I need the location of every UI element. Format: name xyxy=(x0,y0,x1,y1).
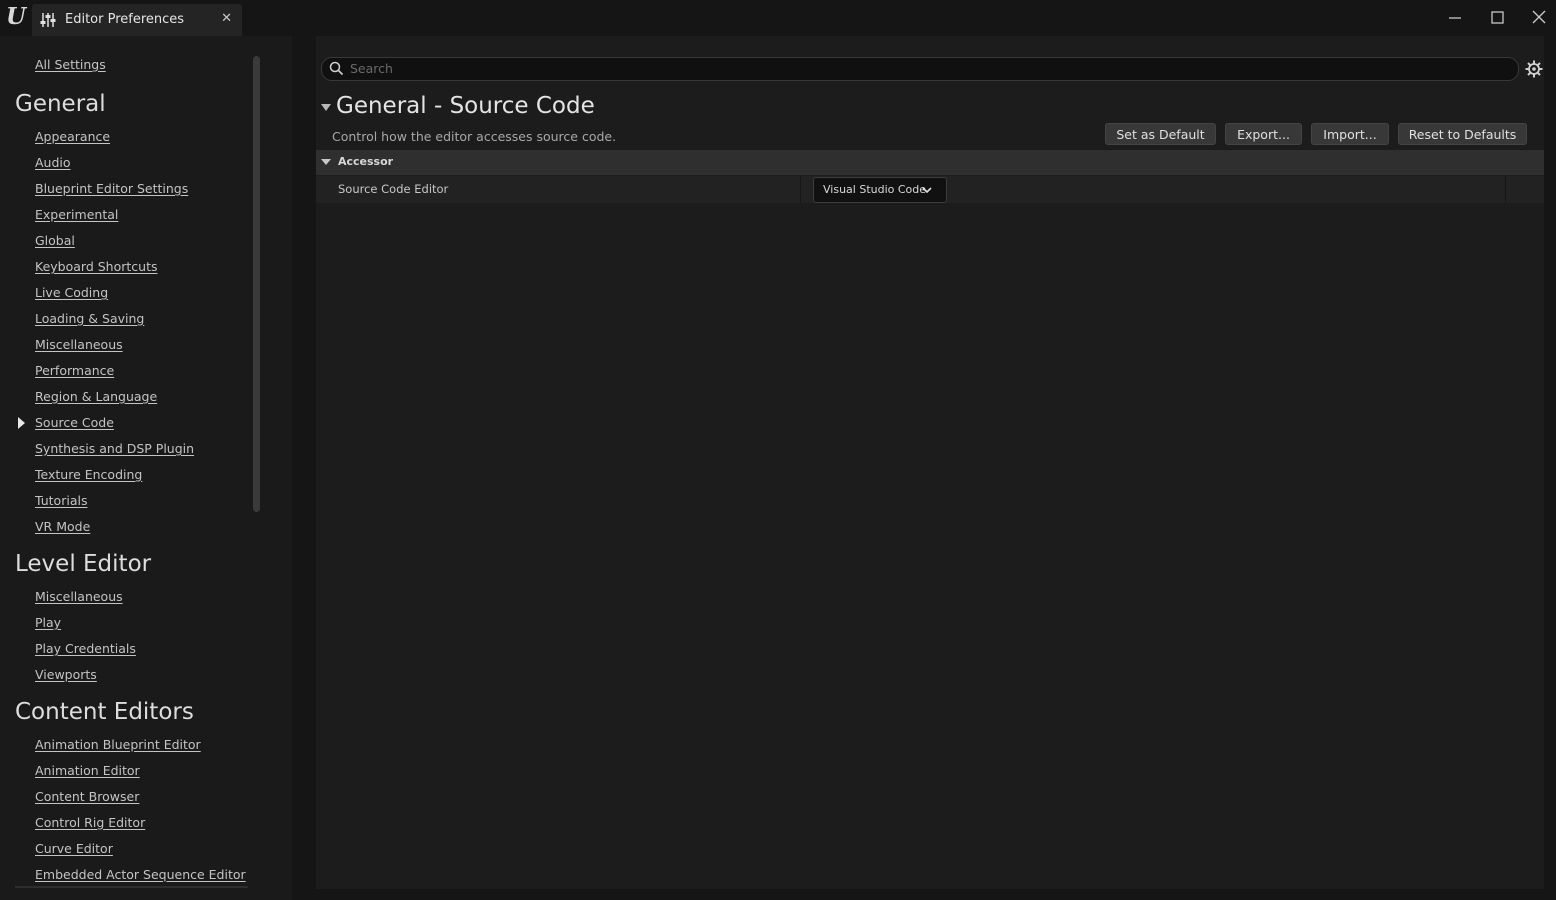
maximize-icon[interactable] xyxy=(1487,8,1507,28)
sidebar-item-level-miscellaneous[interactable]: Miscellaneous xyxy=(35,589,123,604)
settings-sidebar: All Settings General Appearance Audio Bl… xyxy=(0,36,292,900)
section-description: Control how the editor accesses source c… xyxy=(332,129,617,144)
column-divider[interactable] xyxy=(800,176,801,203)
source-code-editor-dropdown[interactable]: Visual Studio Code xyxy=(813,177,947,203)
sidebar-item-all-settings[interactable]: All Settings xyxy=(35,57,106,72)
category-collapse-icon[interactable] xyxy=(321,159,331,165)
sidebar-item-global[interactable]: Global xyxy=(35,233,75,248)
gear-icon[interactable] xyxy=(1524,59,1544,79)
set-as-default-button[interactable]: Set as Default xyxy=(1105,123,1216,145)
sidebar-item-keyboard-shortcuts[interactable]: Keyboard Shortcuts xyxy=(35,259,158,274)
sidebar-item-play[interactable]: Play xyxy=(35,615,61,630)
sidebar-item-miscellaneous[interactable]: Miscellaneous xyxy=(35,337,123,352)
section-collapse-icon[interactable] xyxy=(321,104,331,111)
tab-editor-preferences[interactable]: Editor Preferences ✕ xyxy=(32,4,242,36)
sidebar-item-appearance[interactable]: Appearance xyxy=(35,129,110,144)
category-label: Accessor xyxy=(338,155,394,168)
import-button[interactable]: Import... xyxy=(1311,123,1389,145)
sidebar-item-loading-saving[interactable]: Loading & Saving xyxy=(35,311,144,326)
sidebar-item-vr-mode[interactable]: VR Mode xyxy=(35,519,90,534)
property-row-source-code-editor: Source Code Editor Visual Studio Code xyxy=(316,176,1544,203)
search-box[interactable] xyxy=(321,57,1519,81)
reset-to-defaults-button[interactable]: Reset to Defaults xyxy=(1398,123,1527,145)
chevron-down-icon xyxy=(922,187,932,194)
sidebar-scrollbar[interactable] xyxy=(253,56,260,512)
sidebar-item-curve-editor[interactable]: Curve Editor xyxy=(35,841,113,856)
window-close-icon[interactable] xyxy=(1529,8,1549,28)
sidebar-item-embedded-actor-sequence-editor[interactable]: Embedded Actor Sequence Editor xyxy=(35,867,246,882)
sidebar-item-audio[interactable]: Audio xyxy=(35,155,71,170)
sidebar-section-level-editor: Level Editor xyxy=(15,551,152,577)
sidebar-item-synthesis-dsp-plugin[interactable]: Synthesis and DSP Plugin xyxy=(35,441,194,456)
sidebar-item-live-coding[interactable]: Live Coding xyxy=(35,285,108,300)
dropdown-value: Visual Studio Code xyxy=(823,183,927,196)
sidebar-divider xyxy=(15,886,248,888)
sidebar-item-animation-editor[interactable]: Animation Editor xyxy=(35,763,140,778)
sidebar-item-tutorials[interactable]: Tutorials xyxy=(35,493,87,508)
sidebar-section-general: General xyxy=(15,91,106,117)
title-bar: U Editor Preferences ✕ xyxy=(0,0,1556,36)
column-divider xyxy=(1505,176,1506,203)
sidebar-section-content-editors: Content Editors xyxy=(15,699,194,725)
tab-title: Editor Preferences xyxy=(65,12,185,27)
sidebar-item-texture-encoding[interactable]: Texture Encoding xyxy=(35,467,142,482)
sidebar-item-source-code[interactable]: Source Code xyxy=(35,415,114,430)
sliders-icon xyxy=(40,13,56,27)
sidebar-item-region-language[interactable]: Region & Language xyxy=(35,389,157,404)
close-icon[interactable]: ✕ xyxy=(221,11,232,26)
unreal-logo-icon[interactable]: U xyxy=(4,4,28,30)
sidebar-item-experimental[interactable]: Experimental xyxy=(35,207,118,222)
sidebar-item-control-rig-editor[interactable]: Control Rig Editor xyxy=(35,815,145,830)
export-button[interactable]: Export... xyxy=(1225,123,1302,145)
property-name: Source Code Editor xyxy=(338,182,449,196)
category-accessor[interactable]: Accessor xyxy=(316,150,1544,175)
section-title: General - Source Code xyxy=(336,93,595,119)
sidebar-item-animation-blueprint-editor[interactable]: Animation Blueprint Editor xyxy=(35,737,201,752)
sidebar-item-play-credentials[interactable]: Play Credentials xyxy=(35,641,136,656)
selected-arrow-icon xyxy=(18,417,25,429)
sidebar-item-blueprint-editor-settings[interactable]: Blueprint Editor Settings xyxy=(35,181,188,196)
search-input[interactable] xyxy=(350,59,1500,78)
sidebar-item-performance[interactable]: Performance xyxy=(35,363,114,378)
sidebar-item-viewports[interactable]: Viewports xyxy=(35,667,97,682)
minimize-icon[interactable] xyxy=(1445,8,1465,28)
search-icon xyxy=(329,61,344,76)
sidebar-item-content-browser[interactable]: Content Browser xyxy=(35,789,139,804)
